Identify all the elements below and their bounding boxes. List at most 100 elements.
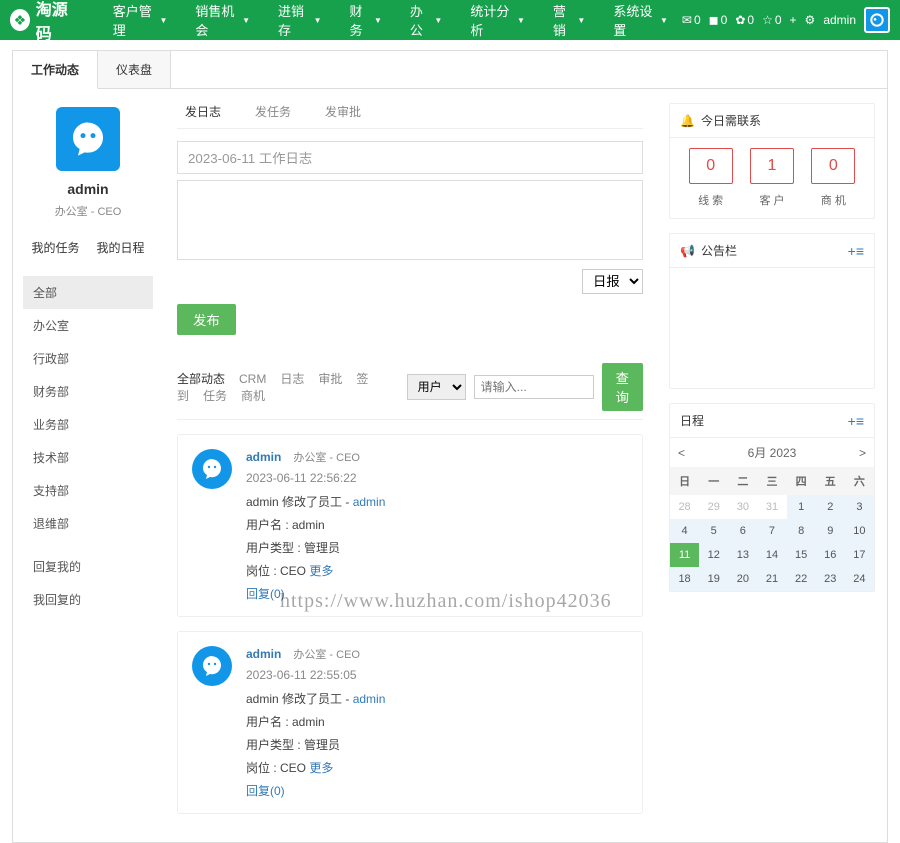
publish-button[interactable]: 发布 [177, 304, 236, 335]
cal-day[interactable]: 13 [728, 543, 757, 567]
cal-dow: 四 [787, 467, 816, 495]
cal-dow: 六 [845, 467, 874, 495]
logo-icon: ❖ [10, 9, 30, 31]
filter-3[interactable]: 审批 [318, 372, 342, 386]
cal-day[interactable]: 3 [845, 495, 874, 519]
sidebar-item-0[interactable]: 全部 [23, 276, 153, 309]
publish-tab-2[interactable]: 发审批 [325, 103, 361, 120]
current-user-label[interactable]: admin [823, 13, 856, 27]
gear-icon[interactable]: ⚙ [805, 13, 816, 27]
feed-reply-button[interactable]: 回复(0) [246, 782, 628, 799]
feed-detail: 岗位 : CEO 更多 [246, 759, 628, 776]
publish-tab-0[interactable]: 发日志 [185, 103, 221, 120]
topnav-item-3[interactable]: 财务 ▼ [336, 0, 396, 40]
feed-target-link[interactable]: admin [353, 495, 386, 509]
cal-next-button[interactable]: > [859, 446, 866, 460]
outer-tab-0[interactable]: 工作动态 [13, 51, 98, 89]
bookmark-icon[interactable]: ◼ 0 [709, 13, 728, 27]
query-button[interactable]: 查询 [602, 363, 643, 411]
cal-day[interactable]: 2 [816, 495, 845, 519]
cal-day[interactable]: 19 [699, 567, 728, 591]
topnav-item-1[interactable]: 销售机会 ▼ [181, 0, 264, 40]
avatar-small[interactable] [864, 7, 890, 33]
stat-box-0[interactable]: 0 [689, 148, 733, 184]
cal-day[interactable]: 1 [787, 495, 816, 519]
stat-box-1[interactable]: 1 [750, 148, 794, 184]
log-body-textarea[interactable] [177, 180, 643, 260]
feed-more-link[interactable]: 更多 [309, 564, 333, 578]
cal-day[interactable]: 10 [845, 519, 874, 543]
filter-1[interactable]: CRM [239, 372, 266, 386]
mail-icon[interactable]: ✉ 0 [682, 13, 701, 27]
topnav-item-5[interactable]: 统计分析 ▼ [456, 0, 539, 40]
cal-day[interactable]: 5 [699, 519, 728, 543]
sidebar-bottom-0[interactable]: 回复我的 [23, 550, 153, 583]
cal-day[interactable]: 12 [699, 543, 728, 567]
cal-day[interactable]: 21 [757, 567, 786, 591]
sidebar-item-3[interactable]: 财务部 [23, 375, 153, 408]
cal-prev-button[interactable]: < [678, 446, 685, 460]
plus-icon[interactable]: + [790, 13, 797, 27]
filter-search-input[interactable] [474, 375, 594, 399]
cal-day[interactable]: 31 [757, 495, 786, 519]
chevron-down-icon: ▼ [660, 16, 668, 25]
feed-action: admin 修改了员工 - admin [246, 690, 628, 707]
feed-reply-button[interactable]: 回复(0) [246, 585, 628, 602]
filter-2[interactable]: 日志 [280, 372, 304, 386]
sidebar-item-4[interactable]: 业务部 [23, 408, 153, 441]
log-type-select[interactable]: 日报 [582, 269, 643, 294]
log-title-input[interactable] [177, 141, 643, 174]
stat-box-2[interactable]: 0 [811, 148, 855, 184]
cal-day[interactable]: 7 [757, 519, 786, 543]
cal-day[interactable]: 23 [816, 567, 845, 591]
sidebar-item-2[interactable]: 行政部 [23, 342, 153, 375]
topnav-item-2[interactable]: 进销存 ▼ [264, 0, 336, 40]
schedule-add-button[interactable]: +≡ [848, 413, 864, 429]
cal-day[interactable]: 24 [845, 567, 874, 591]
topnav-item-4[interactable]: 办公 ▼ [396, 0, 456, 40]
filter-0[interactable]: 全部动态 [177, 372, 225, 386]
feed-user-link[interactable]: admin [246, 647, 281, 661]
cal-day[interactable]: 14 [757, 543, 786, 567]
cal-day[interactable]: 16 [816, 543, 845, 567]
cal-day[interactable]: 29 [699, 495, 728, 519]
cal-day[interactable]: 22 [787, 567, 816, 591]
sidebar-item-6[interactable]: 支持部 [23, 474, 153, 507]
cal-day[interactable]: 18 [670, 567, 699, 591]
feed-user-link[interactable]: admin [246, 450, 281, 464]
topnav-item-0[interactable]: 客户管理 ▼ [99, 0, 182, 40]
cal-day[interactable]: 8 [787, 519, 816, 543]
feed-target-link[interactable]: admin [353, 692, 386, 706]
cal-day[interactable]: 9 [816, 519, 845, 543]
topnav-item-7[interactable]: 系统设置 ▼ [599, 0, 682, 40]
link-my-schedule[interactable]: 我的日程 [96, 239, 144, 256]
star-icon[interactable]: ☆ 0 [762, 13, 781, 27]
cal-day[interactable]: 28 [670, 495, 699, 519]
cal-day[interactable]: 30 [728, 495, 757, 519]
feed-item: admin办公室 - CEO2023-06-11 22:56:22admin 修… [177, 434, 643, 617]
sidebar-item-5[interactable]: 技术部 [23, 441, 153, 474]
cal-day[interactable]: 17 [845, 543, 874, 567]
notice-add-button[interactable]: +≡ [848, 243, 864, 259]
stat-label: 商 机 [811, 192, 855, 208]
feed-more-link[interactable]: 更多 [309, 761, 333, 775]
cal-day[interactable]: 6 [728, 519, 757, 543]
sidebar-bottom-1[interactable]: 我回复的 [23, 583, 153, 616]
outer-tab-1[interactable]: 仪表盘 [98, 51, 171, 88]
gear-small-icon[interactable]: ✿ 0 [735, 13, 754, 27]
cal-day[interactable]: 15 [787, 543, 816, 567]
brand-logo[interactable]: ❖ 淘源码 [10, 0, 79, 44]
filter-user-select[interactable]: 用户 [407, 374, 466, 400]
chevron-down-icon: ▼ [577, 16, 585, 25]
bell-icon: 🔔 [680, 114, 695, 128]
cal-day[interactable]: 20 [728, 567, 757, 591]
filter-6[interactable]: 商机 [241, 389, 265, 403]
sidebar-item-1[interactable]: 办公室 [23, 309, 153, 342]
cal-day[interactable]: 4 [670, 519, 699, 543]
cal-day[interactable]: 11 [670, 543, 699, 567]
sidebar-item-7[interactable]: 退维部 [23, 507, 153, 540]
publish-tab-1[interactable]: 发任务 [255, 103, 291, 120]
link-my-tasks[interactable]: 我的任务 [31, 239, 79, 256]
filter-5[interactable]: 任务 [203, 389, 227, 403]
topnav-item-6[interactable]: 营销 ▼ [539, 0, 599, 40]
